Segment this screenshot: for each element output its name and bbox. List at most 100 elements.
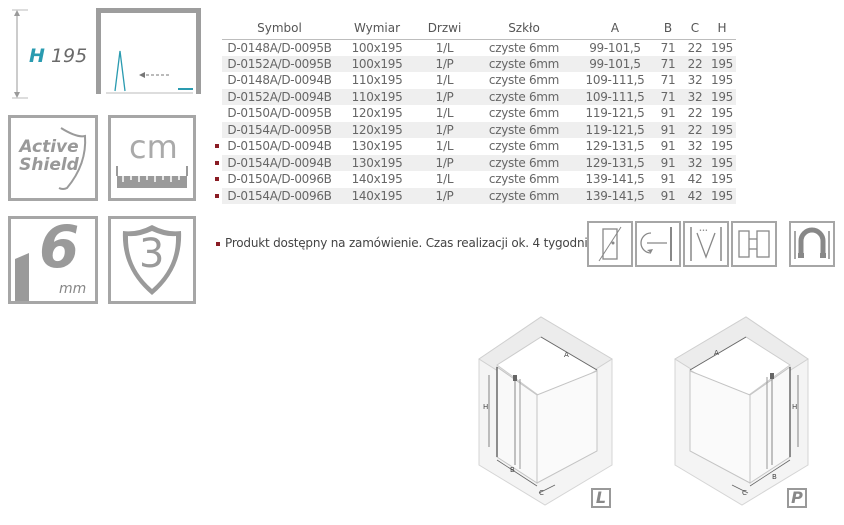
diagram-label-h: H [483,403,488,411]
diagram-label-b-right: B [772,473,777,481]
cell-symbol: D-0148A/D-0095B [227,40,332,55]
col-size: Wymiar [337,17,417,40]
height-icon: H 195 [8,8,88,100]
cell-size: 110x195 [351,73,403,88]
cell-door: 1/P [417,55,472,72]
cell-a: 109-111,5 [576,88,654,105]
table-row: D-0148A/D-0094B 110x195 1/L czyste 6mm 109-1… [222,72,736,89]
note-marker [216,241,220,246]
diagram-label-a-right: A [714,349,719,357]
cell-size: 130x195 [351,139,403,154]
warranty-years: 3 [139,231,165,277]
cell-glass: czyste 6mm [488,172,560,187]
on-order-marker [215,193,219,198]
cell-c: 22 [682,55,708,72]
diagram-label-b: B [510,466,515,474]
cell-a: 119-121,5 [576,121,654,138]
cell-c: 22 [687,40,703,55]
col-glass: Szkło [472,17,576,40]
cell-symbol: D-0154A/D-0095B [222,121,337,138]
cell-symbol: D-0154A/D-0096B [222,187,337,204]
cell-size: 100x195 [337,55,417,72]
cell-size: 140x195 [337,187,417,204]
cell-size: 120x195 [351,106,403,121]
col-door: Drzwi [417,17,472,40]
cell-b: 91 [660,172,676,187]
diagram-label-h-right: H [792,403,797,411]
cell-size: 140x195 [351,172,403,187]
cell-b: 91 [654,187,682,204]
cell-c: 22 [682,121,708,138]
cell-a: 99-101,5 [576,55,654,72]
cell-a: 109-111,5 [585,73,645,88]
on-order-marker [215,144,219,148]
cell-a: 139-141,5 [576,187,654,204]
cell-symbol: D-0150A/D-0096B [227,172,332,187]
cell-glass: czyste 6mm [472,55,576,72]
active-shield-text-2: Shield [19,155,79,175]
cell-b: 91 [654,121,682,138]
cell-door: 1/P [417,187,472,204]
cell-glass: czyste 6mm [488,139,560,154]
cell-door: 1/P [417,154,472,171]
cell-b: 71 [654,55,682,72]
cell-a: 119-121,5 [585,106,645,121]
cell-h: 195 [708,121,736,138]
cell-a: 129-131,5 [576,154,654,171]
glass-thickness-icon: 6 mm [8,213,98,304]
cell-size: 100x195 [351,40,403,55]
diagram-label-c: C [539,489,544,497]
cell-b: 91 [660,106,676,121]
cell-h: 195 [710,139,733,154]
table-row: D-0152A/D-0095B 100x195 1/P czyste 6mm 99-10… [222,55,736,72]
door-swing-icon: ••• [683,221,729,267]
cell-glass: czyste 6mm [472,187,576,204]
cell-b: 71 [654,88,682,105]
cell-glass: czyste 6mm [472,121,576,138]
cell-a: 99-101,5 [589,40,641,55]
cell-door: 1/L [435,106,454,121]
cell-glass: czyste 6mm [472,154,576,171]
table-row: D-0154A/D-0095B 120x195 1/P czyste 6mm 119-1… [222,121,736,138]
cell-size: 130x195 [337,154,417,171]
shower-diagram-right: A H B C [674,316,809,506]
cell-c: 42 [682,187,708,204]
height-value: H 195 [29,45,88,67]
cell-door: 1/P [417,88,472,105]
table-row: D-0154A/D-0094B 130x195 1/P czyste 6mm 129-1… [222,154,736,171]
cell-symbol: D-0152A/D-0095B [222,55,337,72]
cell-c: 32 [682,154,708,171]
cell-h: 195 [710,40,733,55]
col-a: A [576,17,654,40]
cell-a: 139-141,5 [585,172,645,187]
cell-symbol: D-0150A/D-0094B [227,139,332,154]
table-row: D-0148A/D-0095B 100x195 1/L czyste 6mm 99-10… [222,39,736,56]
cell-b: 71 [660,40,676,55]
ruler-icon [116,166,188,188]
cell-h: 195 [708,187,736,204]
col-h: H [708,17,736,40]
shower-diagram-left: A H B C [478,316,613,506]
on-order-marker [215,160,219,165]
cell-symbol: D-0154A/D-0094B [222,154,337,171]
active-shield-icon: Active Shield [8,115,98,201]
door-opening-icon [96,8,201,94]
cell-h: 195 [708,154,736,171]
glass-thickness-unit: mm [59,281,87,297]
col-c: C [682,17,708,40]
variant-left-badge: L [591,488,611,508]
cell-door: 1/L [435,139,454,154]
table-row: D-0150A/D-0095B 120x195 1/L czyste 6mm 119-1… [222,105,736,122]
wall-profile-icon [731,221,777,267]
cell-door: 1/L [435,73,454,88]
table-row: D-0154A/D-0096B 140x195 1/P czyste 6mm 139-1… [222,187,736,204]
col-b: B [654,17,682,40]
availability-note: Produkt dostępny na zamówienie. Czas rea… [216,236,588,250]
cell-c: 32 [687,139,703,154]
cell-glass: czyste 6mm [472,88,576,105]
cell-b: 91 [660,139,676,154]
table-header-row: Symbol Wymiar Drzwi Szkło A B C H [222,17,736,40]
table-row: D-0150A/D-0096B 140x195 1/L czyste 6mm 139-1… [222,171,736,188]
diagram-label-c-right: C [742,489,747,497]
svg-text:•••: ••• [699,228,708,234]
